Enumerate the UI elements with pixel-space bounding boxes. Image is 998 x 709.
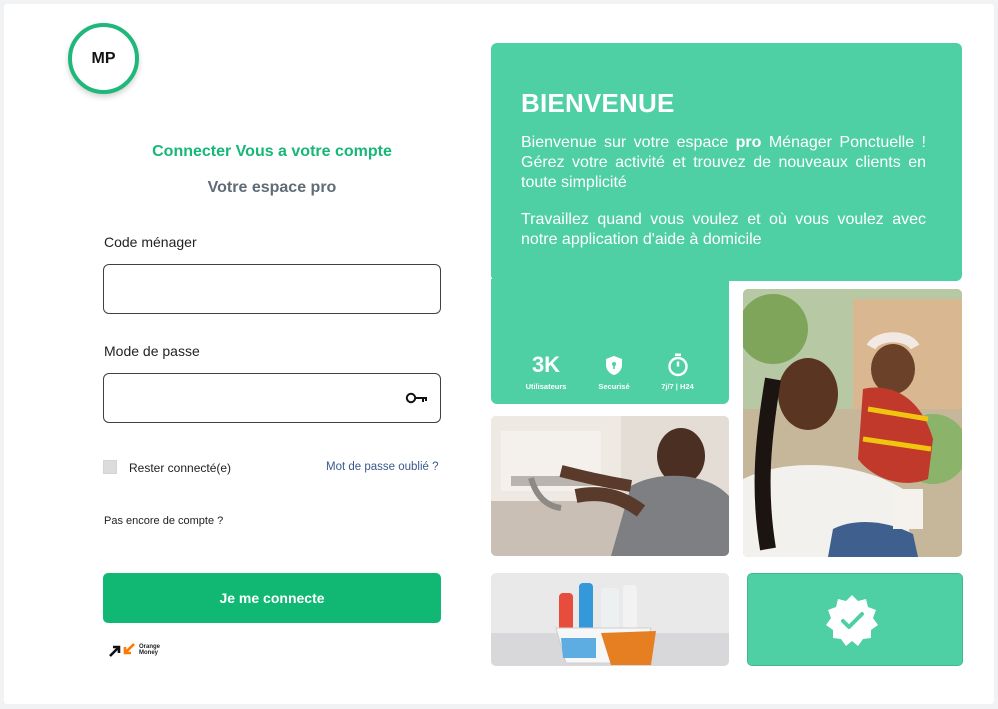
brand-logo: MP [68,23,139,94]
code-label: Code ménager [104,234,197,250]
stat-availability-label: 7j/7 | H24 [661,382,694,391]
stat-users-label: Utilisateurs [525,382,567,391]
password-input[interactable] [103,373,441,423]
stat-availability: 7j/7 | H24 [650,352,705,391]
password-label: Mode de passe [104,343,200,359]
orange-money-icon [109,643,135,657]
login-title: Connecter Vous a votre compte [152,143,392,160]
stat-secure-label: Securisé [598,382,630,391]
stat-users-value: 3K [531,352,561,377]
login-subtitle: Votre espace pro [207,179,337,196]
welcome-title: BIENVENUE [521,88,675,118]
signup-link[interactable]: Pas encore de compte ? [104,515,223,527]
key-icon[interactable] [405,391,429,405]
forgot-password-link[interactable]: Mot de passe oublié ? [326,461,439,473]
stat-secure: Securisé [589,352,639,391]
connect-button[interactable]: Je me connecte [103,573,441,623]
welcome-paragraph-2: Travaillez quand vous voulez et où vous … [521,211,926,248]
remember-label: Rester connecté(e) [129,461,232,475]
remember-checkbox[interactable] [103,460,117,474]
welcome-paragraph-1: Bienvenue sur votre espace pro Ménager P… [521,134,926,191]
photo-cleaning-products [491,573,729,666]
orange-money-logo: Orange Money [108,643,160,657]
photo-mother-baby [743,289,962,557]
photo-plumber [491,416,729,556]
code-input[interactable] [103,264,441,314]
partner-name-line2: Money [139,650,159,656]
verified-badge-icon [826,595,878,646]
stopwatch-icon [667,353,688,377]
stat-users: 3K Utilisateurs [516,352,576,391]
shield-icon [606,355,622,375]
